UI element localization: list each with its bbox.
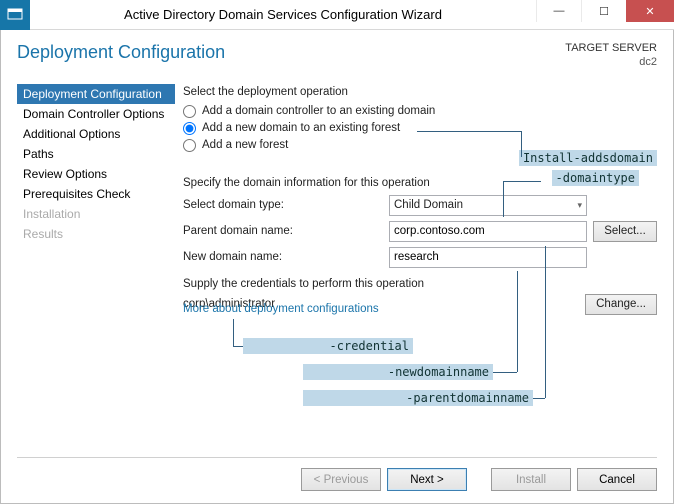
maximize-button[interactable]: ☐ — [581, 0, 626, 22]
change-button[interactable]: Change... — [585, 294, 657, 315]
sidebar-item-deployment-configuration[interactable]: Deployment Configuration — [17, 84, 175, 104]
sidebar-item-installation: Installation — [17, 204, 175, 224]
content-area: Deployment Configuration TARGET SERVER d… — [0, 30, 674, 504]
close-button[interactable]: ✕ — [626, 0, 674, 22]
domain-type-value: Child Domain — [394, 199, 463, 211]
radio-add-dc-existing-domain[interactable]: Add a domain controller to an existing d… — [183, 104, 657, 119]
annotation-install-addsdomain: Install-addsdomain — [519, 150, 657, 166]
annotation-parentdomainname: -parentdomainname — [303, 390, 533, 406]
main-panel: Select the deployment operation Add a do… — [183, 84, 657, 315]
domain-type-label: Select domain type: — [183, 199, 383, 211]
page-title: Deployment Configuration — [17, 42, 225, 63]
sidebar-item-domain-controller-options[interactable]: Domain Controller Options — [17, 104, 175, 124]
radio-add-dc-existing-domain-input[interactable] — [183, 105, 196, 118]
minimize-button[interactable]: — — [536, 0, 581, 22]
annotation-credential: -credential — [243, 338, 413, 354]
radio-label: Add a new forest — [202, 139, 288, 151]
chevron-down-icon: ▾ — [577, 200, 582, 211]
previous-button: < Previous — [301, 468, 381, 491]
sidebar: Deployment Configuration Domain Controll… — [17, 84, 175, 315]
window-title: Active Directory Domain Services Configu… — [30, 7, 536, 22]
sidebar-item-results: Results — [17, 224, 175, 244]
radio-label: Add a domain controller to an existing d… — [202, 105, 435, 117]
sidebar-item-prerequisites-check[interactable]: Prerequisites Check — [17, 184, 175, 204]
radio-label: Add a new domain to an existing forest — [202, 122, 400, 134]
radio-add-domain-existing-forest[interactable]: Add a new domain to an existing forest — [183, 121, 657, 136]
target-server-value: dc2 — [565, 56, 657, 70]
select-button[interactable]: Select... — [593, 221, 657, 242]
new-domain-input[interactable] — [389, 247, 587, 268]
operation-label: Select the deployment operation — [183, 86, 657, 98]
parent-domain-label: Parent domain name: — [183, 225, 383, 237]
annotation-domaintype: -domaintype — [552, 170, 639, 186]
more-about-link[interactable]: More about deployment configurations — [183, 303, 379, 315]
domain-type-combo[interactable]: Child Domain ▾ — [389, 195, 587, 216]
parent-domain-input[interactable] — [389, 221, 587, 242]
radio-add-domain-existing-forest-input[interactable] — [183, 122, 196, 135]
next-button[interactable]: Next > — [387, 468, 467, 491]
app-icon — [0, 0, 30, 30]
new-domain-label: New domain name: — [183, 251, 383, 263]
cancel-button[interactable]: Cancel — [577, 468, 657, 491]
target-server-info: TARGET SERVER dc2 — [565, 42, 657, 70]
radio-add-new-forest-input[interactable] — [183, 139, 196, 152]
sidebar-item-review-options[interactable]: Review Options — [17, 164, 175, 184]
title-bar: Active Directory Domain Services Configu… — [0, 0, 674, 30]
target-server-label: TARGET SERVER — [565, 42, 657, 56]
footer-button-bar: < Previous Next > Install Cancel — [17, 457, 657, 491]
install-button: Install — [491, 468, 571, 491]
sidebar-item-additional-options[interactable]: Additional Options — [17, 124, 175, 144]
credentials-label: Supply the credentials to perform this o… — [183, 278, 657, 290]
sidebar-item-paths[interactable]: Paths — [17, 144, 175, 164]
annotation-newdomainname: -newdomainname — [303, 364, 493, 380]
